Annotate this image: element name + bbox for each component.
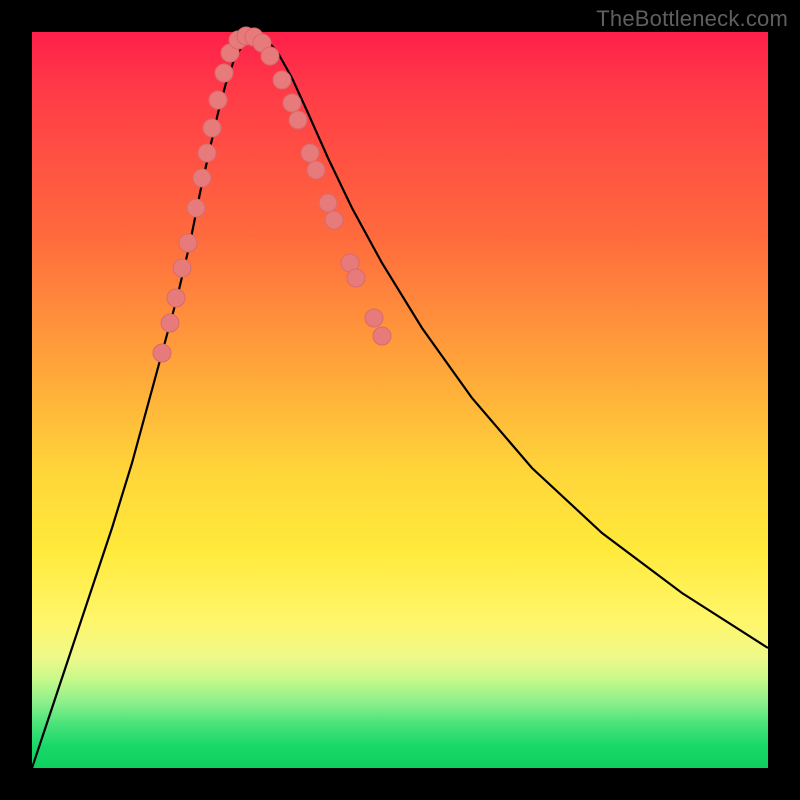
curve-marker (173, 259, 191, 277)
curve-marker (373, 327, 391, 345)
curve-marker (365, 309, 383, 327)
curve-marker (273, 71, 291, 89)
curve-marker (203, 119, 221, 137)
curve-marker (193, 169, 211, 187)
curve-marker (325, 211, 343, 229)
bottleneck-curve-path (32, 36, 768, 768)
curve-marker (289, 111, 307, 129)
curve-marker (301, 144, 319, 162)
chart-frame: TheBottleneck.com (0, 0, 800, 800)
curve-marker (283, 94, 301, 112)
curve-marker (261, 47, 279, 65)
curve-marker (187, 199, 205, 217)
curve-marker (319, 194, 337, 212)
curve-marker (167, 289, 185, 307)
curve-marker (209, 91, 227, 109)
curve-markers (153, 27, 391, 362)
curve-marker (307, 161, 325, 179)
plot-area (32, 32, 768, 768)
curve-marker (179, 234, 197, 252)
curve-marker (153, 344, 171, 362)
curve-marker (347, 269, 365, 287)
watermark-text: TheBottleneck.com (596, 6, 788, 32)
bottleneck-curve-svg (32, 32, 768, 768)
curve-marker (198, 144, 216, 162)
curve-marker (215, 64, 233, 82)
curve-marker (161, 314, 179, 332)
